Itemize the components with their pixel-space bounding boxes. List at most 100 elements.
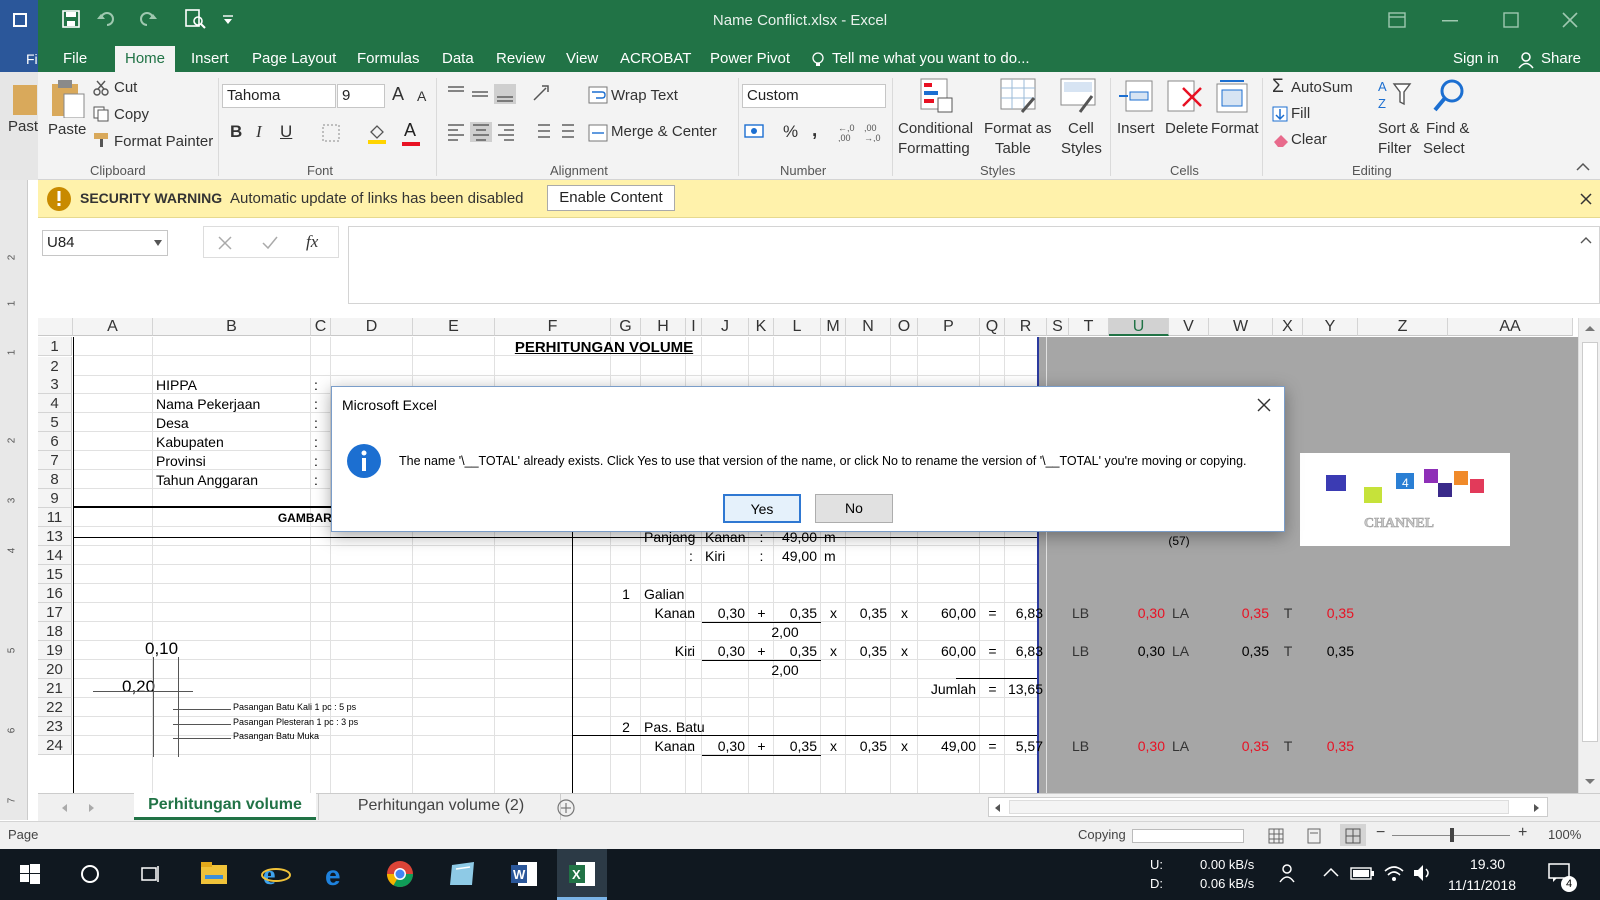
italic-button[interactable]: I <box>256 122 262 142</box>
column-header[interactable]: O <box>891 318 918 336</box>
comma-style-button[interactable]: , <box>812 120 817 142</box>
column-header[interactable]: Z <box>1358 318 1448 336</box>
row-header[interactable]: 3 <box>38 375 72 394</box>
cell-styles-button-2[interactable]: Styles <box>1061 140 1102 157</box>
form-colon[interactable]: : <box>314 414 318 433</box>
select-all-corner[interactable] <box>38 318 73 336</box>
shrink-font-button[interactable]: A <box>417 88 426 104</box>
divisor[interactable]: 2,00 <box>749 661 821 680</box>
colon[interactable]: : <box>689 737 693 756</box>
value[interactable]: 0,35 <box>846 642 891 661</box>
file-explorer-icon[interactable] <box>200 861 228 885</box>
value-jumlah[interactable]: 13,65 <box>1005 680 1047 699</box>
operator[interactable]: + <box>749 604 774 623</box>
tab-power-pivot[interactable]: Power Pivot <box>710 46 790 72</box>
value-lb[interactable]: 0,30 <box>1109 604 1169 623</box>
value[interactable]: 0,30 <box>702 604 749 623</box>
operator[interactable]: = <box>980 737 1005 756</box>
notepad-app-icon[interactable] <box>448 861 478 887</box>
column-header[interactable]: K <box>749 318 774 336</box>
form-label[interactable]: HIPPA <box>156 376 197 395</box>
column-header[interactable]: W <box>1209 318 1273 336</box>
orientation-icon[interactable] <box>532 84 552 102</box>
column-header[interactable]: AA <box>1448 318 1573 336</box>
page-layout-view-icon[interactable] <box>1306 828 1322 844</box>
collapse-ribbon-icon[interactable] <box>1576 162 1590 172</box>
colon[interactable]: : <box>689 547 693 566</box>
bold-button[interactable]: B <box>230 122 242 142</box>
tab-review[interactable]: Review <box>496 46 545 72</box>
column-header[interactable]: T <box>1069 318 1109 336</box>
column-header[interactable]: S <box>1047 318 1069 336</box>
tab-home[interactable]: Home <box>115 46 176 72</box>
word-icon[interactable]: W <box>510 861 538 887</box>
label-lb[interactable]: LB <box>1072 604 1089 623</box>
row-header[interactable]: 24 <box>38 736 72 755</box>
operator[interactable]: x <box>821 737 846 756</box>
row-header[interactable]: 17 <box>38 603 72 622</box>
horizontal-align-icons[interactable] <box>446 122 516 142</box>
column-header[interactable]: H <box>641 318 686 336</box>
decimal-buttons-icon[interactable]: ←,0,00,00→,0 <box>838 122 886 142</box>
zoom-level[interactable]: 100% <box>1548 827 1581 842</box>
label-t[interactable]: T <box>1273 604 1303 623</box>
value-total[interactable]: 6,83 <box>1005 604 1047 623</box>
paste-edge-icon[interactable] <box>12 80 38 116</box>
sort-filter-button-2[interactable]: Filter <box>1378 140 1411 157</box>
label-la[interactable]: LA <box>1172 604 1189 623</box>
column-header[interactable]: D <box>331 318 413 336</box>
tab-view[interactable]: View <box>566 46 598 72</box>
colon[interactable]: : <box>689 604 693 623</box>
operator[interactable]: = <box>980 604 1005 623</box>
paste-icon[interactable] <box>50 78 86 118</box>
chrome-icon[interactable] <box>386 860 414 888</box>
label-lb[interactable]: LB <box>1072 737 1089 756</box>
value-t[interactable]: 0,35 <box>1303 604 1358 623</box>
divisor[interactable]: 2,00 <box>749 623 821 642</box>
value[interactable]: 0,35 <box>774 604 821 623</box>
row-header[interactable]: 14 <box>38 546 72 565</box>
scroll-thumb[interactable] <box>1582 342 1598 742</box>
tab-insert[interactable]: Insert <box>191 46 229 72</box>
windows-start-icon[interactable] <box>20 864 40 884</box>
conditional-formatting-button-2[interactable]: Formatting <box>898 140 970 157</box>
cut-button[interactable]: Cut <box>114 79 137 96</box>
format-cells-button[interactable]: Format <box>1211 120 1259 137</box>
value-total[interactable]: 5,57 <box>1005 737 1047 756</box>
add-sheet-icon[interactable] <box>556 798 576 818</box>
colon[interactable]: : <box>749 547 774 566</box>
row-header[interactable]: 21 <box>38 679 72 698</box>
cell-57[interactable]: (57) <box>1109 532 1249 551</box>
tab-page-layout[interactable]: Page Layout <box>252 46 336 72</box>
value[interactable]: 60,00 <box>918 642 980 661</box>
clock-date[interactable]: 11/11/2018 <box>1448 877 1516 893</box>
page-break-view-icon[interactable] <box>1345 828 1361 844</box>
column-header[interactable]: B <box>153 318 311 336</box>
row-header[interactable]: 22 <box>38 698 72 717</box>
clock-time[interactable]: 19.30 <box>1470 856 1505 872</box>
item-galian[interactable]: Galian <box>644 585 684 604</box>
row-header[interactable]: 8 <box>38 470 72 489</box>
form-label[interactable]: Nama Pekerjaan <box>156 395 260 414</box>
column-header[interactable]: A <box>73 318 153 336</box>
volume-icon[interactable] <box>1412 863 1434 883</box>
grow-font-button[interactable]: A <box>392 84 404 105</box>
label-t[interactable]: T <box>1273 737 1303 756</box>
column-header[interactable]: Q <box>980 318 1005 336</box>
value-lb[interactable]: 0,30 <box>1109 642 1169 661</box>
minimize-icon[interactable] <box>1442 20 1458 22</box>
number-format-select[interactable]: Custom <box>742 84 886 108</box>
label-jumlah[interactable]: Jumlah <box>918 680 980 699</box>
value[interactable]: 0,35 <box>774 642 821 661</box>
operator[interactable]: = <box>980 680 1005 699</box>
cortana-icon[interactable] <box>80 864 100 884</box>
value[interactable]: 49,00 <box>918 737 980 756</box>
row-header[interactable]: 6 <box>38 432 72 451</box>
accounting-format-icon[interactable] <box>744 122 770 140</box>
people-icon[interactable] <box>1279 863 1299 883</box>
value[interactable]: 0,35 <box>846 737 891 756</box>
form-label[interactable]: Provinsi <box>156 452 206 471</box>
name-box[interactable]: U84 <box>42 230 168 256</box>
item-pas-batu[interactable]: Pas. Batu <box>644 718 705 737</box>
row-header[interactable]: 9 <box>38 489 72 508</box>
